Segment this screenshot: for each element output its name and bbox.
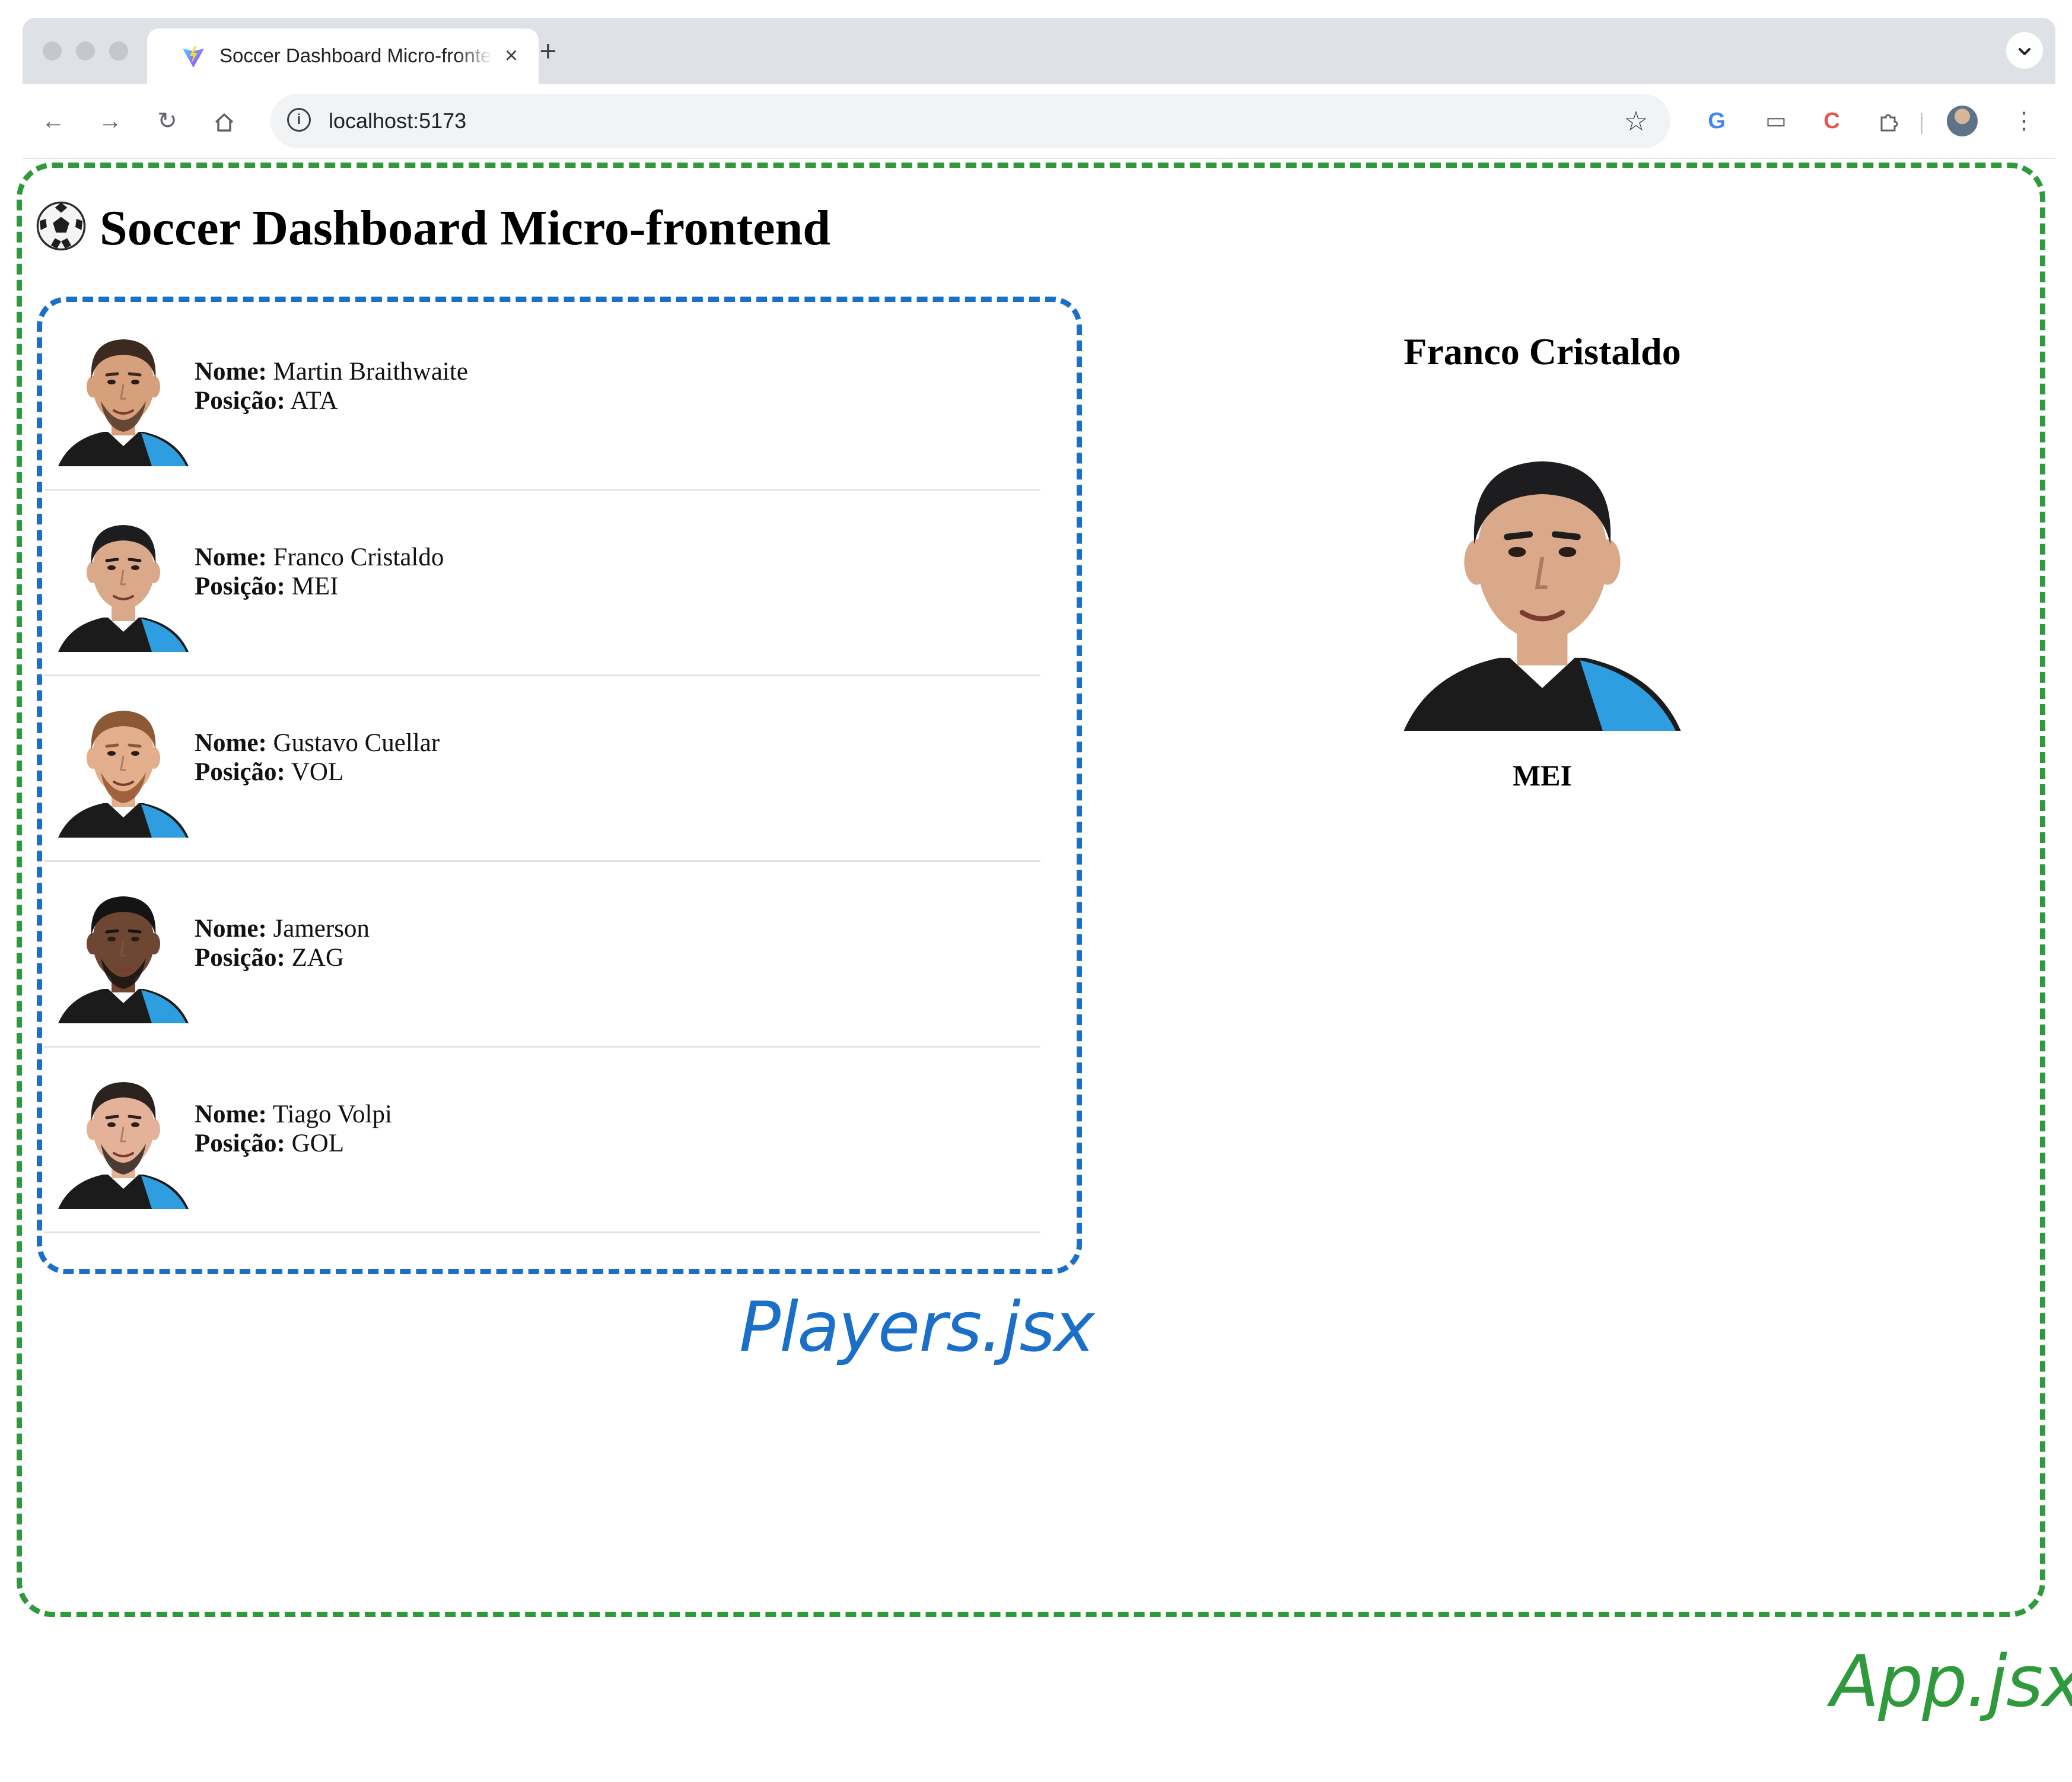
forward-arrow-icon[interactable]: → — [91, 102, 129, 140]
player-position: GOL — [291, 1129, 344, 1157]
browser-tab[interactable]: Soccer Dashboard Micro-frontend × — [147, 28, 539, 84]
home-shape — [215, 113, 234, 132]
player-photo — [58, 896, 189, 1023]
player-position: ZAG — [291, 944, 344, 972]
position-label: Posição: — [195, 758, 285, 786]
name-label: Nome: — [195, 1100, 267, 1128]
url-text[interactable]: localhost:5173 — [329, 107, 466, 135]
puzzle-shape — [1880, 114, 1898, 132]
page-title-text: Soccer Dashboard Micro-frontend — [100, 201, 830, 256]
player-name: Martin Braithwaite — [273, 358, 468, 386]
window-zoom-dot[interactable] — [109, 42, 128, 61]
player-photo — [58, 711, 189, 838]
player-photo — [58, 339, 189, 466]
toolbar-divider — [1921, 113, 1923, 134]
player-row[interactable]: Nome: Tiago Volpi Posição: GOL — [44, 1048, 1040, 1233]
chevron-down-icon — [2019, 47, 2030, 55]
colorzilla-extension-icon[interactable]: C — [1815, 104, 1848, 138]
player-position: ATA — [290, 387, 338, 415]
name-label: Nome: — [195, 915, 267, 943]
position-label: Posição: — [195, 1129, 285, 1157]
player-list: Nome: Martin Braithwaite Posição: ATA No… — [44, 305, 1040, 1233]
position-label: Posição: — [195, 944, 285, 972]
player-row[interactable]: Nome: Franco Cristaldo Posição: MEI — [44, 491, 1040, 676]
tab-strip: Soccer Dashboard Micro-frontend × + — [23, 18, 2055, 84]
player-name: Franco Cristaldo — [273, 543, 444, 571]
window-minimize-dot[interactable] — [76, 42, 95, 61]
tab-title: Soccer Dashboard Micro-frontend — [219, 43, 492, 69]
kebab-menu-icon[interactable]: ⋮ — [2012, 104, 2036, 138]
name-label: Nome: — [195, 543, 267, 571]
back-arrow-icon[interactable]: ← — [34, 102, 72, 140]
players-component-label: Players.jsx — [739, 1287, 1095, 1367]
player-position: MEI — [291, 572, 339, 600]
extension-card-icon[interactable]: ▭ — [1759, 104, 1793, 138]
soccer-ball-icon — [36, 201, 86, 251]
selected-player-name: Franco Cristaldo — [1403, 330, 1681, 373]
name-label: Nome: — [195, 729, 267, 757]
new-tab-button[interactable]: + — [534, 36, 562, 66]
translate-extension-icon[interactable]: G — [1700, 104, 1733, 138]
name-label: Nome: — [195, 358, 267, 386]
player-info: Nome: Jamerson Posição: ZAG — [195, 914, 370, 972]
position-label: Posição: — [195, 572, 285, 600]
profile-avatar[interactable] — [1947, 106, 1978, 136]
player-info: Nome: Martin Braithwaite Posição: ATA — [195, 357, 468, 415]
tab-search-button[interactable] — [2006, 32, 2043, 69]
tab-close-icon[interactable]: × — [499, 44, 523, 68]
player-info: Nome: Franco Cristaldo Posição: MEI — [195, 543, 444, 601]
position-label: Posição: — [195, 387, 285, 415]
player-info: Nome: Tiago Volpi Posição: GOL — [195, 1100, 392, 1158]
star-icon[interactable]: ☆ — [1619, 104, 1653, 138]
reload-icon[interactable]: ↻ — [148, 102, 186, 140]
app-component-label: App.jsx — [1831, 1641, 2072, 1723]
browser-window: Soccer Dashboard Micro-frontend × + ← → … — [23, 18, 2055, 159]
address-bar[interactable]: i localhost:5173 ☆ — [270, 94, 1670, 148]
player-position: VOL — [291, 758, 344, 786]
player-row[interactable]: Nome: Martin Braithwaite Posição: ATA — [44, 305, 1040, 491]
player-photo — [58, 525, 189, 652]
info-icon[interactable]: i — [287, 108, 311, 132]
puzzle-icon[interactable] — [1872, 104, 1905, 138]
vite-favicon-icon — [183, 46, 204, 68]
selected-player-photo — [1403, 461, 1681, 731]
player-info: Nome: Gustavo Cuellar Posição: VOL — [195, 728, 440, 787]
player-photo — [58, 1082, 189, 1209]
selected-player-position: MEI — [1513, 759, 1572, 792]
window-close-dot[interactable] — [43, 42, 62, 61]
player-row[interactable]: Nome: Jamerson Posição: ZAG — [44, 862, 1040, 1048]
player-name: Tiago Volpi — [272, 1100, 392, 1128]
player-row[interactable]: Nome: Gustavo Cuellar Posição: VOL — [44, 676, 1040, 862]
home-icon[interactable] — [205, 102, 243, 140]
page-title: Soccer Dashboard Micro-frontend — [36, 196, 830, 261]
browser-toolbar: ← → ↻ i localhost:5173 ☆ G ▭ C ⋮ — [23, 84, 2055, 159]
player-name: Jamerson — [273, 915, 370, 943]
player-name: Gustavo Cuellar — [273, 729, 440, 757]
